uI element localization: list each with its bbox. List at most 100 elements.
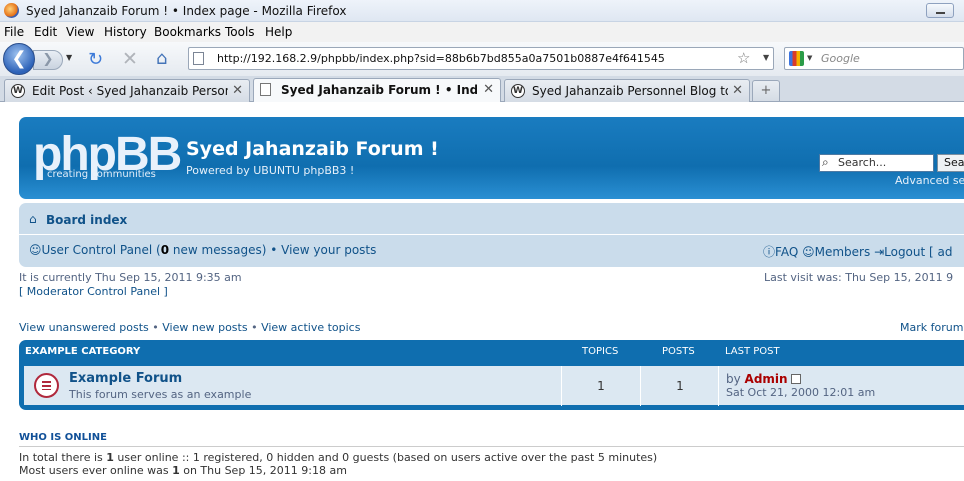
logout-link[interactable]: Logout [ ad [884, 245, 952, 259]
google-icon[interactable] [789, 51, 804, 66]
moderator-panel-link[interactable]: [ Moderator Control Panel ] [19, 285, 168, 298]
divider [19, 446, 964, 447]
firefox-icon [4, 3, 19, 18]
history-dropdown-icon[interactable]: ▼ [66, 53, 72, 62]
last-post-header: LAST POST [725, 346, 780, 357]
search-icon: ⌕ [822, 155, 829, 169]
tab-label: Syed Jahanzaib Personnel Blog to s... [532, 84, 728, 98]
home-icon: ⌂ [29, 212, 37, 226]
ucp-link[interactable]: User Control Panel ( [42, 243, 161, 257]
forward-button[interactable]: ❯ [33, 50, 63, 70]
bookmark-star-icon[interactable]: ☆ [737, 49, 750, 67]
faq-link[interactable]: FAQ [775, 245, 798, 259]
online-prefix: In total there is [19, 451, 107, 464]
most-online: Most users ever online was 1 on Thu Sep … [19, 464, 347, 477]
view-unanswered-link[interactable]: View unanswered posts [19, 321, 149, 334]
nav-right-links: ⓘFAQ ☺Members ⇥Logout [ ad [763, 243, 953, 260]
reload-icon[interactable]: ↻ [88, 49, 103, 70]
most-online-prefix: Most users ever online was [19, 464, 173, 477]
close-icon[interactable]: ✕ [232, 83, 243, 98]
view-active-link[interactable]: View active topics [261, 321, 360, 334]
mark-forums-read-link[interactable]: Mark forum [900, 321, 963, 334]
forum-search-button[interactable]: Sea [937, 154, 964, 172]
last-post-by: by Admin [726, 372, 801, 386]
back-button[interactable]: ❮ [3, 43, 35, 75]
most-online-count: 1 [172, 464, 180, 477]
wordpress-icon: W [511, 84, 525, 98]
forum-table: EXAMPLE CATEGORY TOPICS POSTS LAST POST … [19, 340, 964, 410]
tab-bar: W Edit Post ‹ Syed Jahanzaib Personne...… [0, 76, 964, 103]
separator: • [148, 321, 163, 334]
address-bar[interactable]: http://192.168.2.9/phpbb/index.php?sid=8… [188, 47, 774, 70]
ucp-messages[interactable]: new messages) [169, 243, 266, 257]
home-icon[interactable]: ⌂ [156, 48, 167, 69]
close-icon[interactable]: ✕ [483, 82, 494, 97]
online-suffix: user online :: 1 registered, 0 hidden an… [113, 451, 658, 464]
menu-history[interactable]: History [104, 25, 147, 39]
forum-search-input[interactable]: Search... [819, 154, 934, 172]
online-count: 1 [106, 451, 114, 464]
logout-icon: ⇥ [874, 245, 885, 259]
forum-name-link[interactable]: Example Forum [69, 371, 182, 386]
by-label: by [726, 372, 745, 386]
new-tab-button[interactable]: + [752, 80, 780, 101]
stop-icon[interactable]: ✕ [122, 48, 138, 70]
close-icon[interactable]: ✕ [732, 83, 743, 98]
minimize-button[interactable] [926, 3, 954, 18]
most-online-suffix: on Thu Sep 15, 2011 9:18 am [179, 464, 347, 477]
separator: • [266, 243, 282, 257]
menu-bar: File Edit View History Bookmarks Tools H… [0, 22, 964, 42]
current-time: It is currently Thu Sep 15, 2011 9:35 am [19, 271, 242, 284]
tab-edit-post[interactable]: W Edit Post ‹ Syed Jahanzaib Personne...… [4, 79, 250, 102]
navigation-panel: ⌂ Board index ☺User Control Panel (0 new… [19, 203, 964, 267]
quick-links: View unanswered posts • View new posts •… [19, 321, 360, 334]
tab-label: Syed Jahanzaib Forum ! • Index p... [281, 83, 477, 97]
url-dropdown-icon[interactable]: ▼ [763, 53, 769, 62]
divider [19, 234, 964, 235]
url-text[interactable]: http://192.168.2.9/phpbb/index.php?sid=8… [217, 52, 665, 65]
site-title: Syed Jahanzaib Forum ! [186, 138, 439, 160]
posts-count: 1 [676, 379, 684, 393]
view-latest-post-icon[interactable] [790, 374, 801, 384]
table-row: Example Forum This forum serves as an ex… [24, 365, 964, 406]
last-poster-link[interactable]: Admin [745, 372, 788, 386]
tab-personnel-blog[interactable]: W Syed Jahanzaib Personnel Blog to s... … [504, 79, 750, 102]
who-is-online-title: WHO IS ONLINE [19, 432, 107, 443]
last-post-date: Sat Oct 21, 2000 12:01 am [726, 386, 876, 399]
online-summary: In total there is 1 user online :: 1 reg… [19, 451, 657, 464]
search-placeholder[interactable]: Google [821, 52, 860, 65]
forum-description: This forum serves as an example [69, 388, 252, 401]
menu-file[interactable]: File [4, 25, 24, 39]
tab-label: Edit Post ‹ Syed Jahanzaib Personne... [32, 84, 228, 98]
separator: • [247, 321, 262, 334]
page-icon [260, 83, 271, 96]
topics-count: 1 [597, 379, 605, 393]
members-link[interactable]: Members [815, 245, 871, 259]
column-divider [640, 366, 641, 406]
category-header[interactable]: EXAMPLE CATEGORY [25, 346, 140, 357]
logo-tagline: creating communities [47, 169, 156, 180]
menu-help[interactable]: Help [265, 25, 292, 39]
ucp-icon: ☺ [29, 243, 42, 257]
page-icon [193, 52, 204, 65]
board-index-link[interactable]: Board index [46, 213, 127, 227]
new-message-count[interactable]: 0 [161, 243, 169, 257]
menu-tools[interactable]: Tools [225, 25, 255, 39]
forum-header: phpBB creating communities Syed Jahanzai… [19, 117, 964, 199]
last-visit: Last visit was: Thu Sep 15, 2011 9 [764, 271, 954, 284]
user-control-panel: ☺User Control Panel (0 new messages) • V… [29, 243, 376, 257]
advanced-search-link[interactable]: Advanced se [895, 174, 964, 187]
view-your-posts-link[interactable]: View your posts [281, 243, 376, 257]
menu-edit[interactable]: Edit [34, 25, 57, 39]
faq-icon: ⓘ [763, 245, 776, 259]
tab-forum-index[interactable]: Syed Jahanzaib Forum ! • Index p... ✕ [253, 78, 501, 103]
forum-read-icon [34, 373, 59, 398]
members-icon: ☺ [802, 245, 815, 259]
menu-view[interactable]: View [66, 25, 94, 39]
search-bar[interactable]: ▼ Google [784, 47, 964, 70]
search-engine-dropdown-icon[interactable]: ▼ [807, 54, 812, 62]
column-divider [718, 366, 719, 406]
menu-bookmarks[interactable]: Bookmarks [154, 25, 221, 39]
view-new-link[interactable]: View new posts [162, 321, 247, 334]
page-viewport: phpBB creating communities Syed Jahanzai… [0, 102, 964, 481]
